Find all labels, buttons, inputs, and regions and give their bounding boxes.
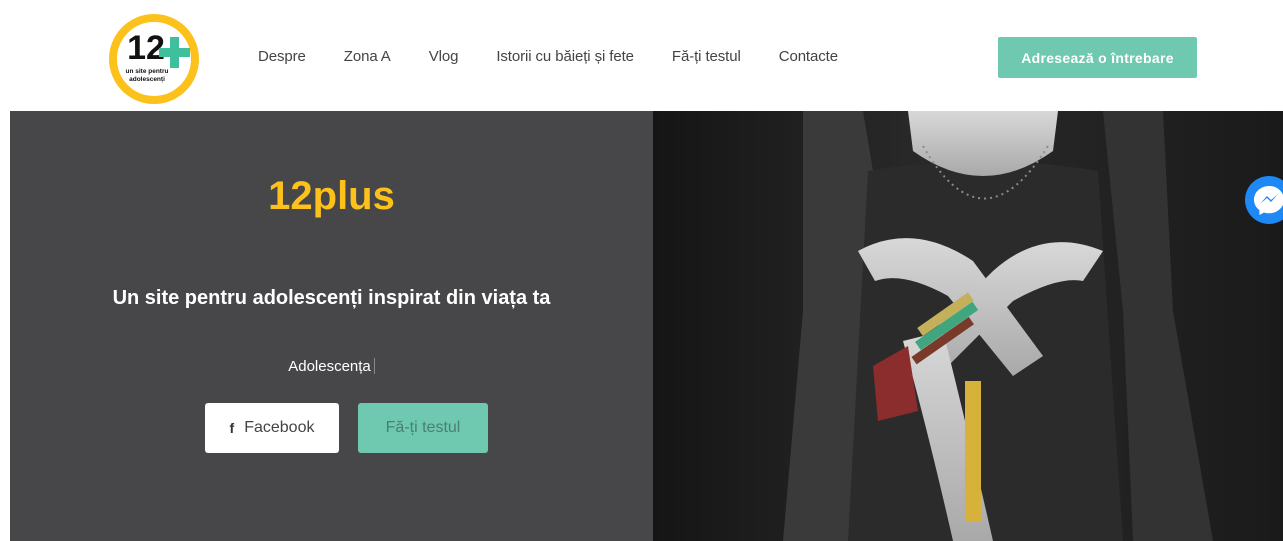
ask-question-button[interactable]: Adresează o întrebare	[998, 37, 1197, 78]
logo-tagline-1: un site pentru	[126, 68, 169, 75]
nav-item-contacte[interactable]: Contacte	[779, 48, 838, 65]
typed-text: Adolescența	[0, 358, 673, 375]
typed-text-value: Adolescența	[288, 358, 371, 375]
hero-photo-art	[653, 111, 1283, 541]
nav-item-zona-a[interactable]: Zona A	[344, 48, 391, 65]
nav-item-istorii[interactable]: Istorii cu băieți și fete	[496, 48, 634, 65]
hero-panel: 12plus Un site pentru adolescenți inspir…	[10, 111, 653, 541]
messenger-chat-button[interactable]	[1245, 176, 1283, 224]
messenger-icon	[1245, 176, 1283, 224]
site-header: 12 un site pentru adolescenți Despre Zon…	[0, 0, 1283, 111]
logo-tagline-2: adolescenți	[129, 76, 165, 83]
nav-item-vlog[interactable]: Vlog	[429, 48, 459, 65]
site-logo[interactable]: 12 un site pentru adolescenți	[108, 13, 204, 105]
hero-subtitle: Un site pentru adolescenți inspirat din …	[112, 287, 551, 309]
facebook-button-label: Facebook	[244, 419, 315, 436]
take-test-button[interactable]: Fă-ți testul	[358, 403, 488, 453]
nav-item-fa-ti-testul[interactable]: Fă-ți testul	[672, 48, 741, 65]
facebook-button[interactable]: f Facebook	[205, 403, 339, 453]
typing-caret	[373, 358, 375, 374]
facebook-icon: f	[229, 420, 235, 436]
main-nav: Despre Zona A Vlog Istorii cu băieți și …	[258, 48, 838, 65]
nav-item-despre[interactable]: Despre	[258, 48, 306, 65]
hero-title: 12plus	[268, 174, 395, 218]
hero-photo	[653, 111, 1283, 541]
